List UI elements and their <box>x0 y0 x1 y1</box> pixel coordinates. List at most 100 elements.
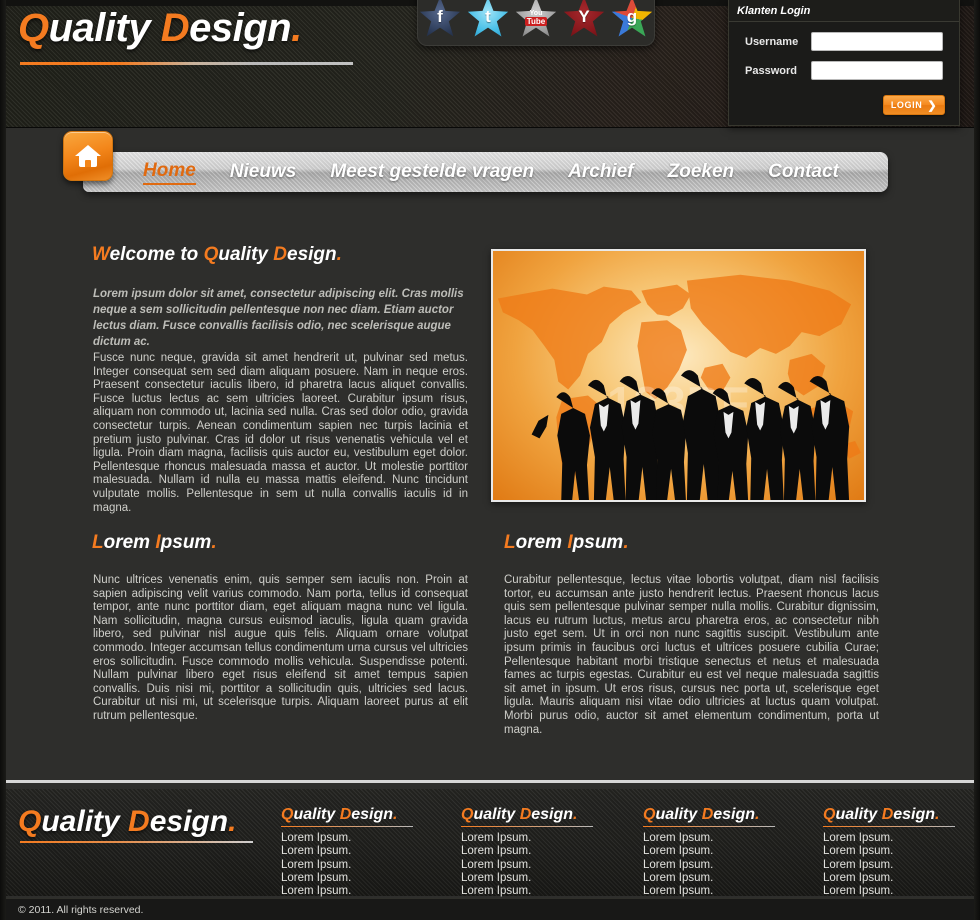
footer-link[interactable]: Lorem Ipsum. <box>643 885 813 898</box>
fc2-d: D <box>519 806 532 823</box>
footer-link[interactable]: Lorem Ipsum. <box>823 872 980 885</box>
footer-link[interactable]: Lorem Ipsum. <box>461 885 631 898</box>
welcome-dot: . <box>336 244 342 265</box>
body-paragraph-left-2: Nunc ultrices venenatis enim, quis sempe… <box>93 574 468 722</box>
password-input[interactable] <box>811 61 943 80</box>
welcome-heading: Welcome to Quality Design. <box>92 244 342 266</box>
footer-logo-underline <box>20 841 253 843</box>
body-paragraph-left-1: Fusce nunc neque, gravida sit amet hendr… <box>93 352 468 514</box>
fc4-dot: . <box>935 806 940 823</box>
login-form: Username Password <box>729 22 959 80</box>
footer-column-4-title: Quality Design. <box>823 806 980 826</box>
yahoo-glyph: Y <box>578 7 590 26</box>
footer-body: Quality Design. Quality Design. Lorem Ip… <box>0 789 980 898</box>
footer-column-1-rule <box>281 826 413 827</box>
sub-left-dot: . <box>211 532 217 553</box>
footer-logo-esign: esign <box>149 805 229 838</box>
fc3-d: D <box>701 806 714 823</box>
youtube-icon[interactable]: You Tube <box>515 0 557 39</box>
footer-link[interactable]: Lorem Ipsum. <box>281 845 451 858</box>
subheading-right: Lorem Ipsum. <box>504 532 629 554</box>
fc3-uality: uality <box>655 806 702 823</box>
footer-link[interactable]: Lorem Ipsum. <box>461 832 631 845</box>
footer-link[interactable]: Lorem Ipsum. <box>281 859 451 872</box>
login-button[interactable]: LOGIN ❯ <box>883 95 945 115</box>
logo-uality: uality <box>48 6 161 50</box>
footer-column-2-rule <box>461 826 593 827</box>
footer-column-1-title: Quality Design. <box>281 806 451 826</box>
footer-link[interactable]: Lorem Ipsum. <box>643 832 813 845</box>
nav-item-meest-gestelde-vragen[interactable]: Meest gestelde vragen <box>330 161 534 184</box>
nav-item-zoeken[interactable]: Zoeken <box>668 161 735 184</box>
nav-item-home[interactable]: Home <box>143 160 196 185</box>
footer-link[interactable]: Lorem Ipsum. <box>461 872 631 885</box>
footer-link[interactable]: Lorem Ipsum. <box>823 859 980 872</box>
twitter-icon[interactable]: t <box>467 0 509 39</box>
footer-column-4: Quality Design. Lorem Ipsum. Lorem Ipsum… <box>823 806 980 898</box>
fc3-esign: esign <box>713 806 756 823</box>
footer-link[interactable]: Lorem Ipsum. <box>461 845 631 858</box>
google-plus-icon[interactable]: g <box>611 0 653 39</box>
nav-item-contact[interactable]: Contact <box>768 161 839 184</box>
social-links-panel: f t You Tube Y g <box>417 0 655 46</box>
login-button-label: LOGIN <box>890 100 923 110</box>
footer-column-4-rule <box>823 826 955 827</box>
welcome-d: D <box>273 244 287 265</box>
sub-right-orem: orem <box>515 532 568 553</box>
username-input[interactable] <box>811 32 943 51</box>
footer-link[interactable]: Lorem Ipsum. <box>281 885 451 898</box>
login-panel-title: Klanten Login <box>729 0 959 22</box>
sub-left-l: L <box>92 532 104 553</box>
youtube-glyph: You Tube <box>524 10 548 26</box>
logo-q: Q <box>18 6 49 50</box>
nav-item-nieuws[interactable]: Nieuws <box>230 161 297 184</box>
logo-dot: . <box>291 6 302 50</box>
footer-logo[interactable]: Quality Design. <box>18 805 236 839</box>
footer-link[interactable]: Lorem Ipsum. <box>643 872 813 885</box>
footer-link[interactable]: Lorem Ipsum. <box>461 859 631 872</box>
fc4-q: Q <box>823 806 836 823</box>
password-row: Password <box>739 61 949 80</box>
fc4-d: D <box>881 806 894 823</box>
sub-left-orem: orem <box>103 532 156 553</box>
fc2-q: Q <box>461 806 474 823</box>
footer-logo-q: Q <box>18 805 42 838</box>
footer-link[interactable]: Lorem Ipsum. <box>281 872 451 885</box>
site-logo[interactable]: Quality Design. <box>18 6 302 51</box>
sub-left-psum: psum <box>160 532 212 553</box>
welcome-esign: esign <box>287 244 337 265</box>
footer-divider <box>0 780 980 783</box>
copyright-bar: © 2011. All rights reserved. <box>0 898 980 920</box>
home-icon <box>75 145 101 167</box>
footer-column-3-rule <box>643 826 775 827</box>
username-row: Username <box>739 32 949 51</box>
footer-link[interactable]: Lorem Ipsum. <box>823 845 980 858</box>
footer-column-3: Quality Design. Lorem Ipsum. Lorem Ipsum… <box>643 806 813 898</box>
footer-link[interactable]: Lorem Ipsum. <box>823 885 980 898</box>
footer-link[interactable]: Lorem Ipsum. <box>823 832 980 845</box>
fc1-esign: esign <box>351 806 394 823</box>
logo-d: D <box>160 6 190 50</box>
footer-logo-d: D <box>128 805 150 838</box>
home-button[interactable] <box>63 131 113 181</box>
nav-item-archief[interactable]: Archief <box>568 161 633 184</box>
fc3-q: Q <box>643 806 656 823</box>
footer-logo-uality: uality <box>41 805 129 838</box>
twitter-glyph: t <box>485 7 491 26</box>
fc2-dot: . <box>573 806 578 823</box>
logo-esign: esign <box>189 6 292 50</box>
fc3-dot: . <box>755 806 760 823</box>
password-label: Password <box>745 64 797 77</box>
body-paragraph-right-2: Curabitur pellentesque, lectus vitae lob… <box>504 574 879 736</box>
sub-right-psum: psum <box>572 532 624 553</box>
footer-link[interactable]: Lorem Ipsum. <box>281 832 451 845</box>
welcome-q: Q <box>203 244 219 265</box>
username-label: Username <box>745 35 799 48</box>
subheading-left: Lorem Ipsum. <box>92 532 217 554</box>
footer-link[interactable]: Lorem Ipsum. <box>643 845 813 858</box>
facebook-icon[interactable]: f <box>419 0 461 39</box>
main-content: Welcome to Quality Design. Lorem ipsum d… <box>0 200 980 780</box>
yahoo-icon[interactable]: Y <box>563 0 605 39</box>
business-people-silhouette <box>531 369 850 500</box>
footer-link[interactable]: Lorem Ipsum. <box>643 859 813 872</box>
